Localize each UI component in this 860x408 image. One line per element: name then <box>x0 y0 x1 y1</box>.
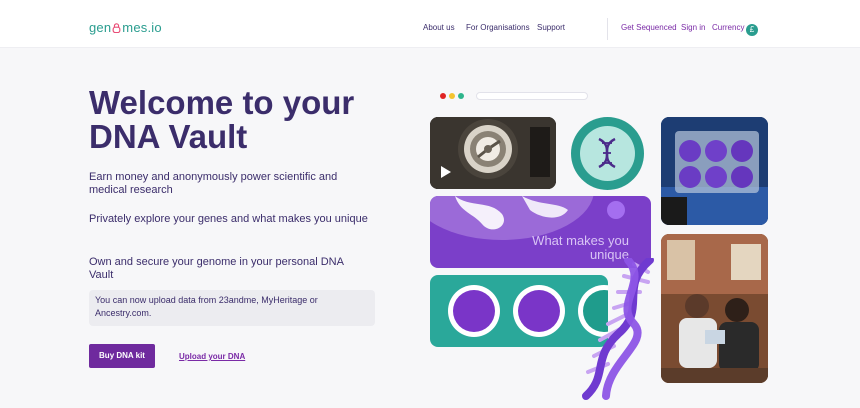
currency-badge[interactable]: £ <box>746 24 758 36</box>
logo-text-start: gen <box>89 20 112 35</box>
browser-address-bar <box>476 92 588 100</box>
upload-dna-link[interactable]: Upload your DNA <box>179 352 245 361</box>
dna-helix-icon <box>598 137 616 169</box>
benefit-explore-genes: Privately explore your genes and what ma… <box>89 213 368 225</box>
lock-icon <box>112 23 121 33</box>
green-dot-icon <box>458 93 464 99</box>
nav-for-organisations[interactable]: For Organisations <box>466 23 530 32</box>
vault-video-tile[interactable] <box>430 117 556 189</box>
yellow-dot-icon <box>449 93 455 99</box>
logo[interactable]: gen mes.io <box>89 20 162 35</box>
sign-in-link[interactable]: Sign in <box>681 23 705 32</box>
benefit-own-genome: Own and secure your genome in your perso… <box>89 256 344 281</box>
red-dot-icon <box>440 93 446 99</box>
play-icon[interactable] <box>438 165 452 179</box>
nav-about-us[interactable]: About us <box>423 23 455 32</box>
site-header: gen mes.io About us For Organisations Su… <box>0 0 860 48</box>
logo-text-end: mes.io <box>122 20 162 35</box>
hero-title: Welcome to your DNA Vault <box>89 84 355 155</box>
dna-helix-badge <box>571 117 644 190</box>
petri-dish-image <box>661 117 768 225</box>
buy-dna-kit-button[interactable]: Buy DNA kit <box>89 344 155 368</box>
nav-support[interactable]: Support <box>537 23 565 32</box>
dna-double-helix-graphic <box>582 258 654 400</box>
nav-divider <box>607 18 608 40</box>
benefit-earn-money: Earn money and anonymously power scienti… <box>89 171 338 196</box>
currency-selector[interactable]: Currency <box>712 23 744 32</box>
get-sequenced-link[interactable]: Get Sequenced <box>621 23 677 32</box>
upload-notice: You can now upload data from 23andme, My… <box>89 290 375 326</box>
family-photo <box>661 234 768 383</box>
